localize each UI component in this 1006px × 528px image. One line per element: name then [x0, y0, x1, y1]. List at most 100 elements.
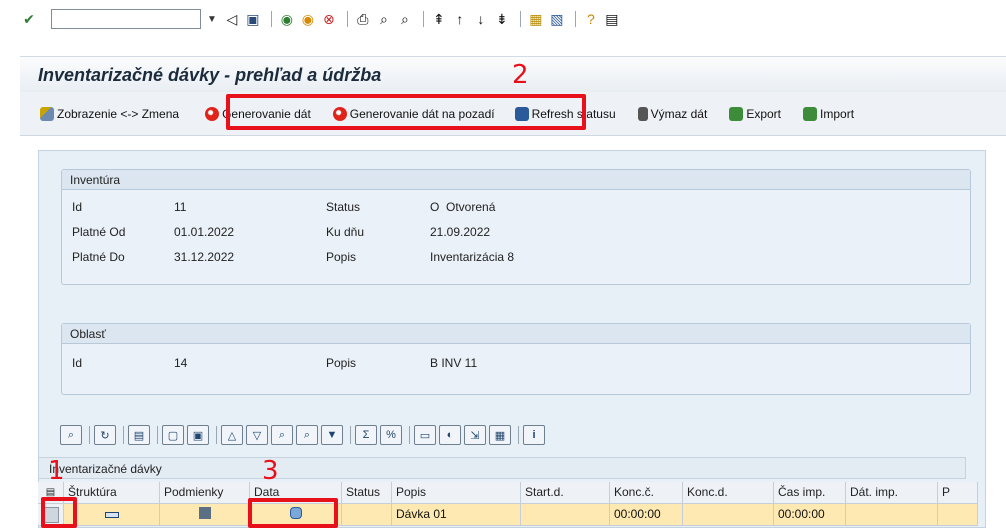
shortcut-icon[interactable]: ▧	[548, 10, 566, 28]
inventura-valid-to-label: Platné Do	[72, 250, 125, 264]
inventura-as-of-label: Ku dňu	[326, 225, 365, 239]
inventura-status-label: Status	[326, 200, 361, 214]
paste-icon[interactable]: ▤	[128, 425, 150, 445]
column-header-end-time[interactable]: Konc.č.	[610, 482, 683, 504]
row-selector-box	[42, 506, 59, 523]
status-cell	[342, 504, 392, 526]
import-icon	[803, 106, 818, 121]
refresh-status-button[interactable]: Refresh statusu	[511, 103, 620, 125]
batches-table: ▤ Štruktúra Podmienky Data Status Popis …	[38, 482, 1006, 526]
command-dropdown-icon[interactable]: ▼	[207, 14, 217, 25]
import-label: Import	[820, 106, 855, 121]
delete-row-icon[interactable]: ▣	[187, 425, 209, 445]
find-icon[interactable]: ⌕	[375, 10, 393, 28]
find-next-icon[interactable]: ⌕	[396, 10, 414, 28]
alv-separator	[89, 426, 90, 444]
cancel-icon[interactable]: ⊗	[320, 10, 338, 28]
conditions-icon	[198, 507, 211, 519]
inventura-group-title: Inventúra	[62, 170, 970, 190]
export-button[interactable]: Export	[725, 103, 785, 125]
delete-data-button[interactable]: Výmaz dát	[634, 103, 712, 125]
back-icon[interactable]: ◉	[278, 10, 296, 28]
inventura-valid-from-value: 01.01.2022	[174, 225, 235, 239]
views-icon[interactable]: ◐	[439, 425, 461, 445]
back-arrow-icon[interactable]: ◁	[223, 10, 241, 28]
display-change-button[interactable]: Zobrazenie <-> Zmena	[36, 103, 183, 125]
find-next-grid-icon[interactable]: ⌕	[296, 425, 318, 445]
data-cell[interactable]	[250, 504, 342, 526]
new-row-icon[interactable]: ▢	[162, 425, 184, 445]
subtotal-icon[interactable]: %	[380, 425, 402, 445]
import-date-cell	[846, 504, 938, 526]
export-icon	[729, 106, 744, 121]
structure-cell[interactable]	[64, 504, 160, 526]
new-session-icon[interactable]: ▦	[527, 10, 545, 28]
first-page-icon[interactable]: ⇞	[430, 10, 448, 28]
print-grid-icon[interactable]: ▭	[414, 425, 436, 445]
oblast-id-value: 14	[174, 356, 188, 370]
end-time-cell: 00:00:00	[610, 504, 683, 526]
table-row: Dávka 01 00:00:00 00:00:00	[38, 504, 1006, 526]
command-field[interactable]	[51, 9, 201, 29]
delete-data-label: Výmaz dát	[650, 106, 708, 121]
display-change-label: Zobrazenie <-> Zmena	[57, 106, 180, 121]
last-page-icon[interactable]: ⇟	[493, 10, 511, 28]
row-selector[interactable]	[38, 504, 64, 526]
column-header-structure[interactable]: Štruktúra	[64, 482, 160, 504]
oblast-id-label: Id	[72, 356, 83, 370]
layout-icon[interactable]: ▦	[489, 425, 511, 445]
annotation-number-1: 1	[48, 456, 65, 486]
toolbar-separator	[270, 11, 272, 27]
select-all-icon: ▤	[45, 487, 56, 498]
column-header-status[interactable]: Status	[342, 482, 392, 504]
previous-page-icon[interactable]: ↑	[451, 10, 469, 28]
exit-icon[interactable]: ◉	[299, 10, 317, 28]
generate-background-label: Generovanie dát na pozadí	[349, 106, 495, 121]
export-grid-icon[interactable]: ⇲	[464, 425, 486, 445]
column-header-description[interactable]: Popis	[392, 482, 521, 504]
oblast-group-title: Oblasť	[62, 324, 970, 344]
alv-separator	[216, 426, 217, 444]
import-time-cell: 00:00:00	[774, 504, 846, 526]
refresh-grid-icon[interactable]: ↻	[94, 425, 116, 445]
description-cell: Dávka 01	[392, 504, 521, 526]
conditions-cell[interactable]	[160, 504, 250, 526]
oblast-group: Oblasť Id 14 Popis B INV 11	[61, 323, 971, 395]
column-header-p[interactable]: P	[938, 482, 978, 504]
page-title: Inventarizačné dávky - prehľad a údržba	[38, 65, 382, 85]
alv-separator	[350, 426, 351, 444]
inventura-valid-to-value: 31.12.2022	[174, 250, 235, 264]
start-date-cell	[521, 504, 610, 526]
column-header-conditions[interactable]: Podmienky	[160, 482, 250, 504]
find-grid-icon[interactable]: ⌕	[271, 425, 293, 445]
trash-icon	[637, 106, 648, 121]
oblast-description-label: Popis	[326, 356, 357, 370]
sort-ascending-icon[interactable]: △	[221, 425, 243, 445]
details-icon[interactable]: ⌕	[60, 425, 82, 445]
sort-descending-icon[interactable]: ▽	[246, 425, 268, 445]
enter-check-icon[interactable]: ✔	[20, 10, 38, 28]
inventura-id-label: Id	[72, 200, 83, 214]
table-header-row: ▤ Štruktúra Podmienky Data Status Popis …	[38, 482, 1006, 504]
column-header-start-date[interactable]: Start.d.	[521, 482, 610, 504]
sum-icon[interactable]: Σ	[355, 425, 377, 445]
print-icon[interactable]: ⎙	[354, 10, 372, 28]
import-button[interactable]: Import	[799, 103, 858, 125]
inventura-id-value: 11	[174, 200, 187, 214]
column-header-import-date[interactable]: Dát. imp.	[846, 482, 938, 504]
filter-icon[interactable]: ▼	[321, 425, 343, 445]
annotation-number-2: 2	[512, 60, 529, 90]
toolbar-separator	[422, 11, 424, 27]
column-header-end-date[interactable]: Konc.d.	[683, 482, 774, 504]
layout-menu-icon[interactable]: ▤	[603, 10, 621, 28]
help-icon[interactable]: ?	[582, 10, 600, 28]
column-header-import-time[interactable]: Čas imp.	[774, 482, 846, 504]
save-icon[interactable]: ▣	[244, 10, 262, 28]
alv-separator	[409, 426, 410, 444]
grid-title: Inventarizačné dávky	[38, 457, 966, 479]
generate-background-button[interactable]: Generovanie dát na pozadí	[329, 103, 499, 125]
next-page-icon[interactable]: ↓	[472, 10, 490, 28]
info-icon[interactable]: i	[523, 425, 545, 445]
inventura-valid-from-label: Platné Od	[72, 225, 126, 239]
generate-data-button[interactable]: Generovanie dát	[201, 103, 315, 125]
